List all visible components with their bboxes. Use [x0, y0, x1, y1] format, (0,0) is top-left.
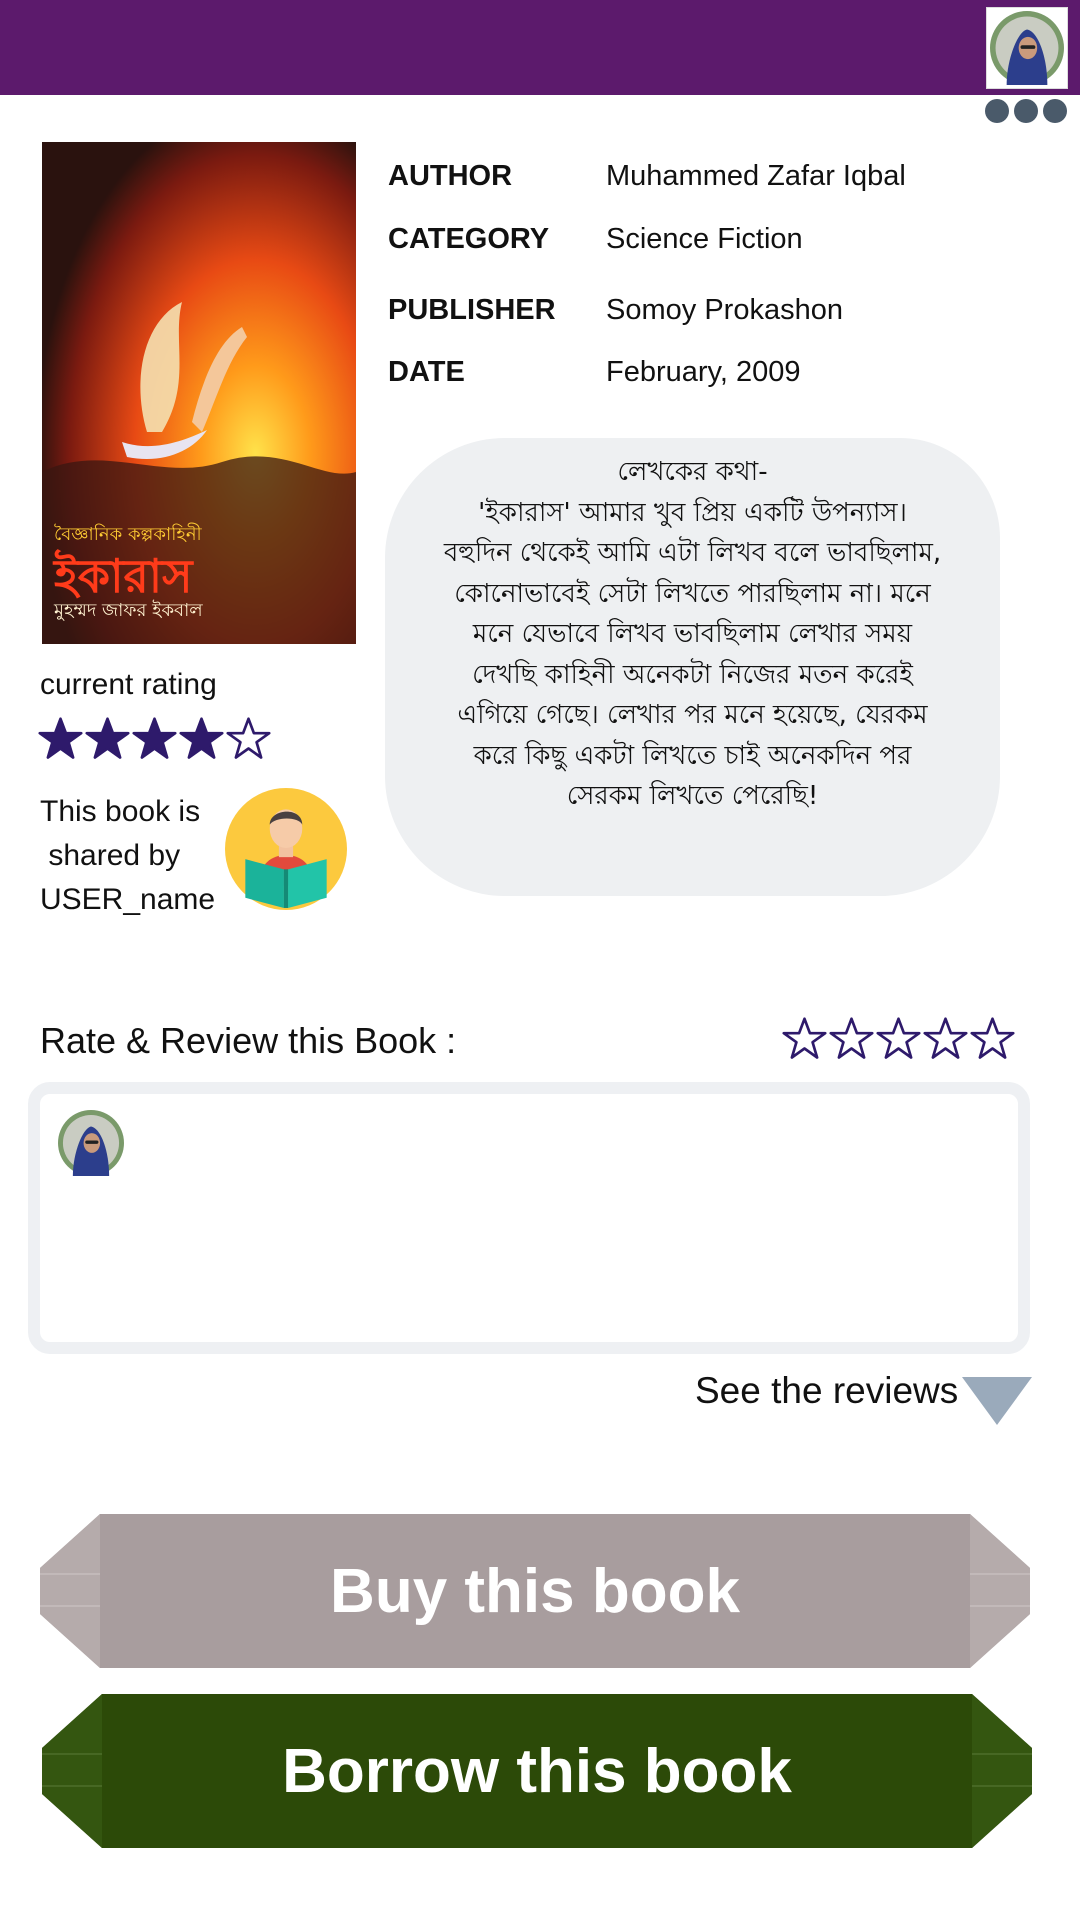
star-filled-icon: [132, 717, 177, 759]
star-empty-icon: [226, 717, 271, 759]
top-bar: [0, 0, 1080, 95]
detail-label: CATEGORY: [388, 223, 550, 255]
reviewer-avatar: [58, 1110, 124, 1176]
star-empty-icon[interactable]: [923, 1017, 968, 1062]
user-avatar[interactable]: [986, 7, 1068, 89]
avatar-image: [990, 11, 1064, 85]
see-reviews-link[interactable]: See the reviews: [695, 1370, 958, 1412]
star-empty-icon[interactable]: [829, 1017, 874, 1062]
reader-icon: [225, 788, 347, 910]
star-filled-icon: [179, 717, 224, 759]
detail-value: February, 2009: [606, 356, 801, 388]
detail-label: AUTHOR: [388, 160, 513, 192]
description-line: দেখছি কাহিনী অনেকটা নিজের মতন করেই: [472, 659, 913, 690]
book-description: লেখকের কথা- 'ইকারাস' আমার খুব প্রিয় একট…: [385, 438, 1000, 896]
borrow-button[interactable]: Borrow this book: [42, 1694, 1032, 1848]
buy-button[interactable]: Buy this book: [40, 1514, 1030, 1668]
menu-dot-icon: [985, 99, 1009, 123]
description-line: সেরকম লিখতে পেরেছি!: [566, 781, 819, 811]
book-cover: বৈজ্ঞানিক কল্পকাহিনী ইকারাস মুহম্মদ জাফর…: [42, 142, 356, 644]
detail-value: Muhammed Zafar Iqbal: [606, 160, 906, 192]
menu-dot-icon: [1043, 99, 1067, 123]
description-line: এগিয়ে গেছে। লেখার পর মনে হয়েছে, যেরকম: [457, 700, 928, 730]
detail-value: Science Fiction: [606, 223, 803, 255]
star-empty-icon[interactable]: [970, 1017, 1015, 1062]
buy-button-label: Buy this book: [330, 1556, 740, 1626]
chevron-down-icon[interactable]: [962, 1377, 1032, 1425]
star-empty-icon[interactable]: [782, 1017, 827, 1062]
detail-label: DATE: [388, 356, 465, 388]
current-rating-label: current rating: [40, 668, 217, 701]
review-input[interactable]: [136, 1110, 1014, 1330]
cover-author: মুহম্মদ জাফর ইকবাল: [54, 600, 203, 621]
detail-value: Somoy Prokashon: [606, 294, 843, 326]
review-box: [28, 1082, 1030, 1354]
borrow-button-label: Borrow this book: [282, 1736, 792, 1806]
star-filled-icon: [85, 717, 130, 759]
description-line: 'ইকারাস' আমার খুব প্রিয় একটি উপন্যাস।: [478, 497, 907, 528]
description-line: কোনোভাবেই সেটা লিখতে পারছিলাম না। মনে: [454, 578, 931, 609]
description-line: মনে যেভাবে লিখব ভাবছিলাম লেখার সময়: [472, 619, 913, 649]
star-empty-icon[interactable]: [876, 1017, 921, 1062]
menu-dot-icon: [1014, 99, 1038, 123]
description-line: বহুদিন থেকেই আমি এটা লিখব বলে ভাবছিলাম,: [443, 538, 942, 568]
current-rating-stars: [38, 717, 271, 762]
description-line: করে কিছু একটা লিখতে চাই অনেকদিন পর: [473, 740, 912, 771]
more-options-menu[interactable]: [985, 99, 1075, 125]
rate-review-label: Rate & Review this Book :: [40, 1020, 457, 1061]
shared-by-text: This book is shared by USER_name: [40, 795, 216, 916]
star-filled-icon: [38, 717, 83, 759]
description-line: লেখকের কথা-: [617, 457, 768, 487]
review-rating-stars[interactable]: [782, 1017, 1015, 1062]
detail-label: PUBLISHER: [388, 294, 556, 326]
